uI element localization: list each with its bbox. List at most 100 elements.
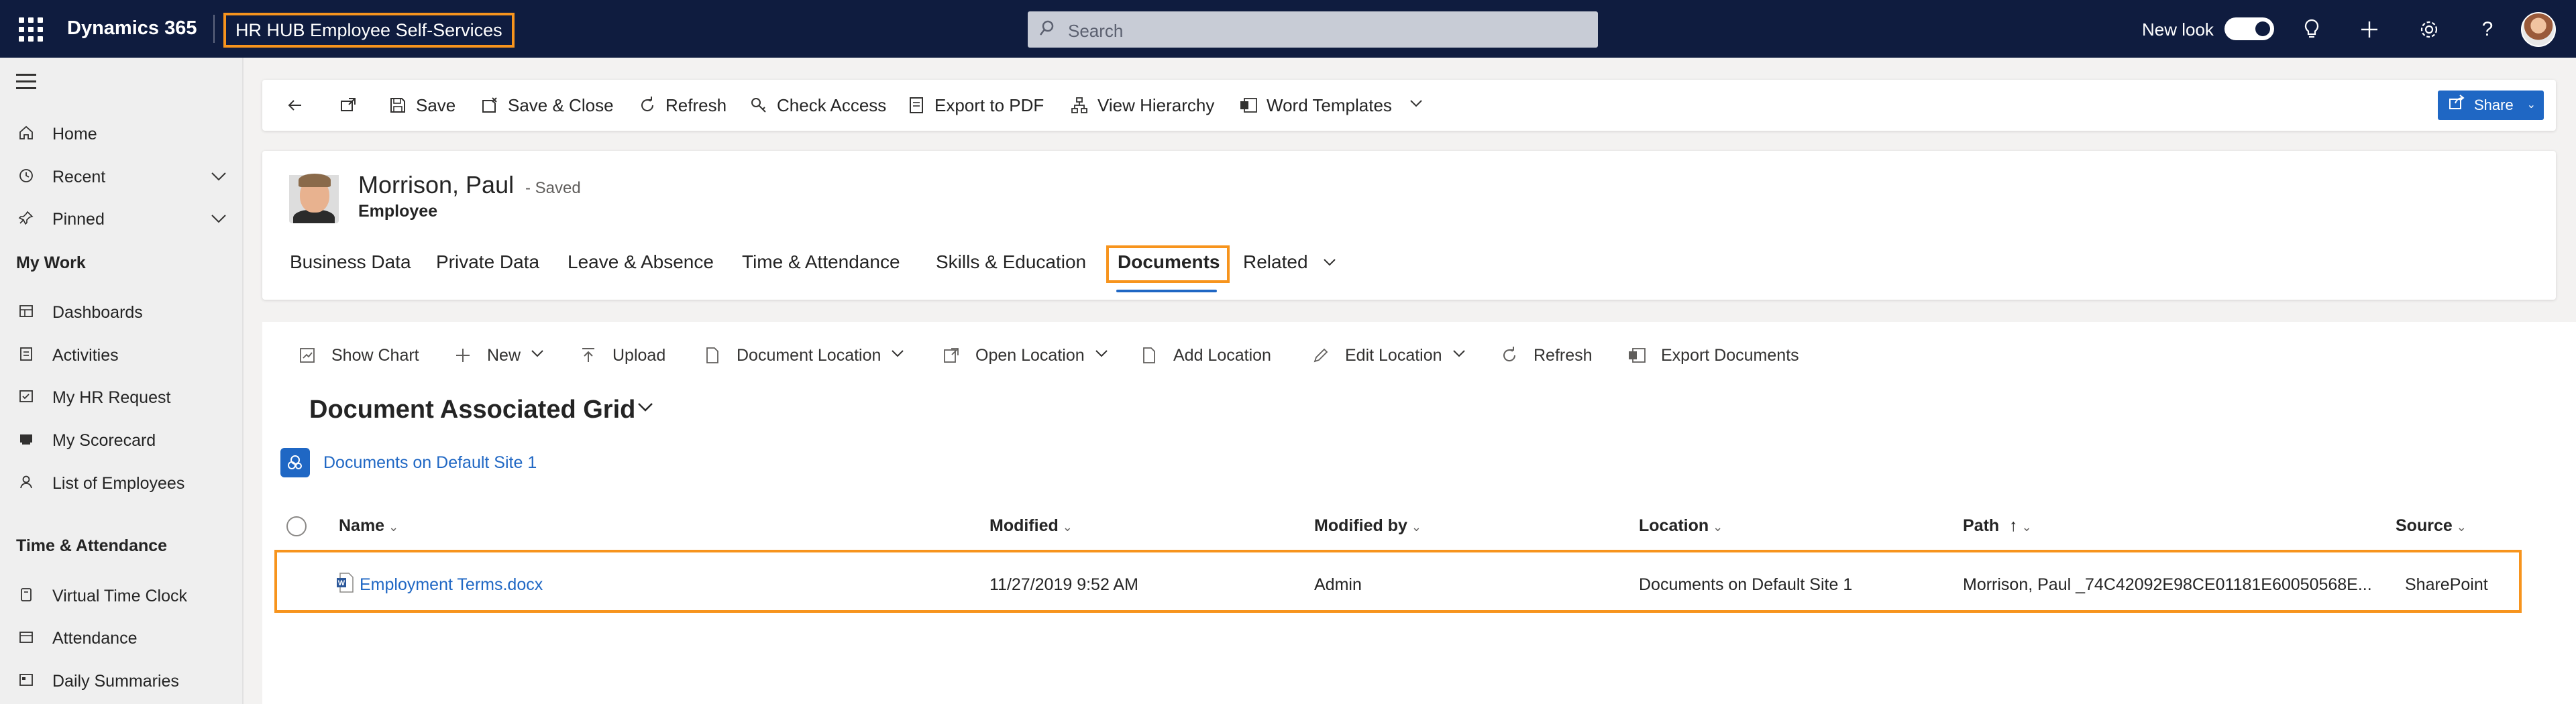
search-input[interactable]: Search xyxy=(1028,11,1598,48)
sidebar-item-my-scorecard[interactable]: My Scorecard xyxy=(0,422,244,459)
view-selector-chevron-icon[interactable] xyxy=(635,397,655,422)
source-cell: SharePoint xyxy=(2405,575,2488,594)
sidebar-item-my-hr-request[interactable]: My HR Request xyxy=(0,379,244,416)
active-tab-indicator xyxy=(1116,290,1217,292)
command-bar: Save Save & Close Refresh Check Access E… xyxy=(262,80,2556,131)
app-launcher-icon[interactable] xyxy=(17,16,43,42)
clock-icon xyxy=(16,168,36,188)
column-header-modified[interactable]: Modified ⌄ xyxy=(989,516,1073,536)
sidebar-item-home[interactable]: Home xyxy=(0,115,244,153)
chevron-down-icon[interactable] xyxy=(209,209,229,233)
share-icon xyxy=(2449,91,2465,121)
lightbulb-icon[interactable] xyxy=(2298,16,2325,43)
open-location-button[interactable]: Open Location xyxy=(941,342,1109,369)
grid-refresh-label: Refresh xyxy=(1534,345,1593,365)
grid-title[interactable]: Document Associated Grid xyxy=(309,396,635,424)
sidebar-item-list-of-employees[interactable]: List of Employees xyxy=(0,465,244,502)
refresh-icon xyxy=(636,94,659,117)
export-pdf-button[interactable]: Export to PDF xyxy=(905,92,1044,119)
document-name-link[interactable]: Employment Terms.docx xyxy=(360,575,543,595)
save-button[interactable]: Save xyxy=(386,92,455,119)
show-chart-button[interactable]: Show Chart xyxy=(297,342,419,369)
tab-documents[interactable]: Documents xyxy=(1118,251,1220,273)
view-hierarchy-button[interactable]: View Hierarchy xyxy=(1068,92,1214,119)
search-icon xyxy=(1040,20,1054,36)
gear-icon[interactable] xyxy=(2416,16,2443,43)
document-location-button[interactable]: Document Location xyxy=(702,342,905,369)
upload-button[interactable]: Upload xyxy=(578,342,665,369)
attendance-icon xyxy=(16,629,36,649)
tab-business-data[interactable]: Business Data xyxy=(290,251,411,273)
sidebar-item-virtual-time-clock[interactable]: Virtual Time Clock xyxy=(0,577,244,615)
site-link[interactable]: Documents on Default Site 1 xyxy=(323,453,537,473)
help-icon[interactable]: ? xyxy=(2474,16,2501,43)
refresh-button[interactable]: Refresh xyxy=(636,92,727,119)
chevron-down-icon xyxy=(1094,346,1109,365)
sort-ascending-icon: ↑ xyxy=(2009,516,2018,535)
section-header-time-attendance: Time & Attendance xyxy=(16,536,168,555)
open-location-icon xyxy=(941,345,962,366)
path-cell: Morrison, Paul _74C42092E98CE01181E60050… xyxy=(1963,575,2372,594)
sidebar-item-daily-summaries[interactable]: Daily Summaries xyxy=(0,662,244,700)
hierarchy-icon xyxy=(1068,94,1091,117)
sidebar-item-pinned[interactable]: Pinned xyxy=(0,200,244,238)
chevron-down-icon: ⌄ xyxy=(1062,520,1073,534)
column-header-modified-by[interactable]: Modified by ⌄ xyxy=(1314,516,1421,536)
record-status: - Saved xyxy=(525,179,581,197)
chevron-down-icon[interactable] xyxy=(1408,95,1424,116)
sidebar-item-recent[interactable]: Recent xyxy=(0,158,244,196)
document-location-icon xyxy=(702,345,723,366)
save-close-button[interactable]: Save & Close xyxy=(478,92,614,119)
dashboard-icon xyxy=(16,303,36,323)
column-header-location[interactable]: Location ⌄ xyxy=(1639,516,1723,536)
key-icon xyxy=(747,94,770,117)
column-header-source[interactable]: Source ⌄ xyxy=(2396,516,2467,536)
save-label: Save xyxy=(416,95,456,115)
tab-leave-absence[interactable]: Leave & Absence xyxy=(568,251,714,273)
chevron-down-icon: ⌄ xyxy=(2021,520,2032,534)
new-button[interactable]: New xyxy=(452,342,545,369)
chevron-down-icon xyxy=(1452,346,1466,365)
word-templates-button[interactable]: Word Templates xyxy=(1237,92,1424,119)
avatar[interactable] xyxy=(2521,12,2556,47)
chevron-down-icon[interactable] xyxy=(209,166,229,191)
column-label: Path xyxy=(1963,516,2000,535)
search-placeholder: Search xyxy=(1068,21,1124,41)
sidebar-item-attendance[interactable]: Attendance xyxy=(0,620,244,657)
new-label: New xyxy=(487,345,521,365)
column-header-path[interactable]: Path ↑ ⌄ xyxy=(1963,516,2032,536)
clock-icon xyxy=(16,587,36,607)
modified-cell: 11/27/2019 9:52 AM xyxy=(989,575,1138,594)
column-header-name[interactable]: Name ⌄ xyxy=(339,516,398,536)
scorecard-icon xyxy=(16,431,36,451)
sidebar-item-dashboards[interactable]: Dashboards xyxy=(0,294,244,331)
table-row[interactable]: W Employment Terms.docx 11/27/2019 9:52 … xyxy=(274,550,2522,613)
new-look-toggle[interactable] xyxy=(2224,17,2274,40)
share-button[interactable]: Share ⌄ xyxy=(2438,91,2544,120)
export-documents-icon xyxy=(1626,345,1648,366)
grid-refresh-button[interactable]: Refresh xyxy=(1499,342,1593,369)
tab-related[interactable]: Related xyxy=(1243,251,1337,274)
add-location-button[interactable]: Add Location xyxy=(1138,342,1271,369)
open-new-window-button[interactable] xyxy=(337,92,366,119)
sidebar-item-label: Recent xyxy=(52,168,106,186)
select-all-checkbox[interactable] xyxy=(286,516,307,536)
brand-title[interactable]: Dynamics 365 xyxy=(67,17,197,40)
app-title[interactable]: HR HUB Employee Self-Services xyxy=(223,13,515,48)
hamburger-icon[interactable] xyxy=(16,74,38,90)
sidebar-item-label: List of Employees xyxy=(52,474,185,493)
sidebar: Home Recent Pinned My Work Dashboards Ac… xyxy=(0,58,244,704)
back-button[interactable] xyxy=(284,92,313,119)
plus-icon[interactable] xyxy=(2356,16,2383,43)
edit-location-label: Edit Location xyxy=(1345,345,1442,365)
sidebar-item-activities[interactable]: Activities xyxy=(0,337,244,374)
plus-icon xyxy=(452,345,474,366)
tab-time-attendance[interactable]: Time & Attendance xyxy=(742,251,900,273)
summary-icon xyxy=(16,672,36,692)
chevron-down-icon xyxy=(530,346,545,365)
edit-location-button[interactable]: Edit Location xyxy=(1310,342,1466,369)
export-documents-button[interactable]: Export Documents xyxy=(1626,342,1799,369)
check-access-button[interactable]: Check Access xyxy=(747,92,886,119)
tab-private-data[interactable]: Private Data xyxy=(436,251,539,273)
tab-skills-education[interactable]: Skills & Education xyxy=(936,251,1086,273)
